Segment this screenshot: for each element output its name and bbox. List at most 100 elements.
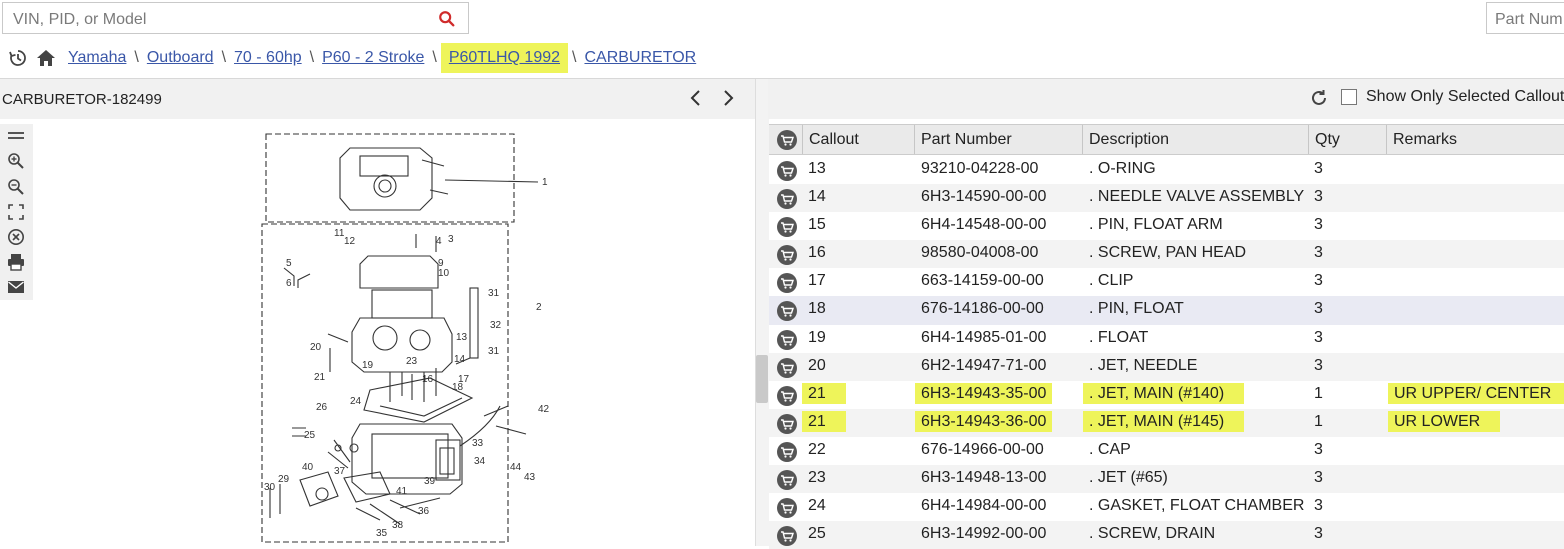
- breadcrumb-outboard[interactable]: Outboard: [143, 49, 218, 67]
- show-selected-checkbox[interactable]: [1341, 89, 1357, 105]
- menu-icon[interactable]: [7, 127, 25, 145]
- cell-description: . PIN, FLOAT: [1089, 300, 1184, 318]
- cell-description: . FLOAT: [1089, 328, 1149, 346]
- carburetor-exploded-diagram[interactable]: 123 456 91011 121314 16 1718 192021 23242…: [240, 128, 570, 546]
- add-to-cart-icon[interactable]: [777, 189, 797, 210]
- svg-text:30: 30: [264, 482, 276, 493]
- table-row[interactable]: 13 93210-04228-00 . O-RING 3: [769, 156, 1564, 184]
- table-row[interactable]: 18 676-14186-00-00 . PIN, FLOAT 3: [769, 296, 1564, 325]
- cell-qty: 3: [1314, 497, 1323, 515]
- header-description[interactable]: Description: [1082, 125, 1308, 154]
- svg-text:5: 5: [286, 258, 292, 269]
- history-icon[interactable]: [8, 48, 28, 68]
- add-to-cart-icon[interactable]: [777, 498, 797, 519]
- header-callout[interactable]: Callout: [802, 125, 914, 154]
- add-to-cart-icon[interactable]: [777, 357, 797, 378]
- cell-part-number[interactable]: 6H4-14984-00-00: [921, 497, 1046, 514]
- table-row[interactable]: 20 6H2-14947-71-00 . JET, NEEDLE 3: [769, 352, 1564, 381]
- add-to-cart-icon[interactable]: [777, 301, 797, 322]
- cell-part-number[interactable]: 6H3-14943-35-00: [915, 382, 1053, 404]
- zoom-out-icon[interactable]: [7, 178, 25, 196]
- svg-text:2: 2: [536, 302, 542, 313]
- table-row[interactable]: 22 676-14966-00-00 . CAP 3: [769, 437, 1564, 465]
- cell-part-number[interactable]: 676-14966-00-00: [921, 441, 1044, 458]
- cell-part-number[interactable]: 98580-04008-00: [921, 244, 1038, 261]
- cell-part-number[interactable]: 6H3-14590-00-00: [921, 188, 1046, 205]
- svg-text:25: 25: [304, 430, 316, 441]
- cell-part-number[interactable]: 93210-04228-00: [921, 160, 1038, 177]
- cell-part-number[interactable]: 6H3-14948-13-00: [921, 469, 1046, 486]
- email-icon[interactable]: [7, 278, 25, 296]
- cell-part-number[interactable]: 663-14159-00-00: [921, 272, 1044, 289]
- cell-callout: 24: [808, 497, 826, 515]
- cart-icon[interactable]: [777, 130, 797, 150]
- diagram-toolbar: [0, 124, 33, 300]
- print-icon[interactable]: [7, 253, 25, 271]
- svg-text:1: 1: [542, 177, 548, 188]
- cell-description: . SCREW, PAN HEAD: [1089, 244, 1247, 262]
- table-row[interactable]: 21 6H3-14943-36-00 . JET, MAIN (#145) 1 UR L…: [769, 408, 1564, 437]
- zoom-in-icon[interactable]: [7, 152, 25, 170]
- breadcrumb-separator: \: [572, 49, 577, 66]
- breadcrumb-70-60hp[interactable]: 70 - 60hp: [230, 49, 306, 67]
- add-to-cart-icon[interactable]: [777, 245, 797, 266]
- table-row[interactable]: 17 663-14159-00-00 . CLIP 3: [769, 268, 1564, 296]
- svg-text:16: 16: [422, 374, 434, 385]
- pane-splitter[interactable]: [755, 79, 769, 546]
- add-to-cart-icon[interactable]: [777, 161, 797, 181]
- cell-part-number[interactable]: 676-14186-00-00: [921, 300, 1044, 317]
- header-remarks[interactable]: Remarks: [1386, 125, 1564, 154]
- chevron-right-icon[interactable]: [719, 89, 737, 107]
- cell-part-number[interactable]: 6H3-14943-36-00: [915, 410, 1053, 432]
- vin-search-input[interactable]: [11, 8, 415, 32]
- add-to-cart-icon[interactable]: [777, 413, 797, 434]
- svg-text:43: 43: [524, 472, 536, 483]
- part-number-search-input[interactable]: [1493, 8, 1564, 32]
- add-to-cart-icon[interactable]: [777, 385, 797, 406]
- table-row[interactable]: 21 6H3-14943-35-00 . JET, MAIN (#140) 1 UR U…: [769, 381, 1564, 409]
- svg-text:36: 36: [418, 506, 430, 517]
- svg-text:31: 31: [488, 346, 500, 357]
- svg-text:13: 13: [456, 332, 468, 343]
- svg-text:37: 37: [334, 466, 346, 477]
- add-to-cart-icon[interactable]: [777, 273, 797, 294]
- breadcrumb-separator: \: [309, 49, 315, 66]
- svg-text:31: 31: [488, 288, 500, 299]
- header-part-number[interactable]: Part Number: [914, 125, 1082, 154]
- cell-part-number[interactable]: 6H2-14947-71-00: [921, 357, 1046, 374]
- add-to-cart-icon[interactable]: [777, 470, 797, 491]
- table-row[interactable]: 14 6H3-14590-00-00 . NEEDLE VALVE ASSEMBLY…: [769, 184, 1564, 213]
- breadcrumb-p60-2-stroke[interactable]: P60 - 2 Stroke: [318, 49, 428, 67]
- refresh-icon[interactable]: [1310, 89, 1328, 107]
- add-to-cart-icon[interactable]: [777, 329, 797, 350]
- cell-part-number[interactable]: 6H4-14985-01-00: [921, 329, 1046, 346]
- add-to-cart-icon[interactable]: [777, 441, 797, 462]
- table-row[interactable]: 19 6H4-14985-01-00 . FLOAT 3: [769, 325, 1564, 353]
- breadcrumb-separator: \: [221, 49, 227, 66]
- svg-text:35: 35: [376, 528, 388, 539]
- chevron-left-icon[interactable]: [687, 89, 705, 107]
- header-qty[interactable]: Qty: [1308, 125, 1386, 154]
- search-icon[interactable]: [438, 10, 456, 28]
- home-icon[interactable]: [36, 48, 56, 68]
- cell-qty: 1: [1314, 384, 1323, 402]
- breadcrumb-carburetor[interactable]: CARBURETOR: [580, 49, 700, 67]
- cell-qty: 3: [1314, 160, 1323, 177]
- breadcrumb-p60tlhq-1992[interactable]: P60TLHQ 1992: [440, 43, 569, 73]
- table-row[interactable]: 25 6H3-14992-00-00 . SCREW, DRAIN 3: [769, 521, 1564, 549]
- fit-screen-icon[interactable]: [7, 203, 25, 221]
- add-to-cart-icon[interactable]: [777, 526, 797, 547]
- breadcrumb-yamaha[interactable]: Yamaha: [64, 49, 130, 67]
- table-row[interactable]: 24 6H4-14984-00-00 . GASKET, FLOAT CHAMBER…: [769, 493, 1564, 521]
- add-to-cart-icon[interactable]: [777, 217, 797, 238]
- table-row[interactable]: 23 6H3-14948-13-00 . JET (#65) 3: [769, 465, 1564, 494]
- cell-part-number[interactable]: 6H3-14992-00-00: [921, 525, 1046, 542]
- cell-qty: 3: [1314, 440, 1323, 458]
- cell-description: . JET, MAIN (#145): [1083, 410, 1245, 432]
- table-row[interactable]: 15 6H4-14548-00-00 . PIN, FLOAT ARM 3: [769, 212, 1564, 240]
- table-row[interactable]: 16 98580-04008-00 . SCREW, PAN HEAD 3: [769, 240, 1564, 269]
- close-circle-icon[interactable]: [7, 228, 25, 246]
- svg-text:32: 32: [490, 320, 502, 331]
- collapse-handle[interactable]: [756, 355, 768, 403]
- cell-part-number[interactable]: 6H4-14548-00-00: [921, 216, 1046, 233]
